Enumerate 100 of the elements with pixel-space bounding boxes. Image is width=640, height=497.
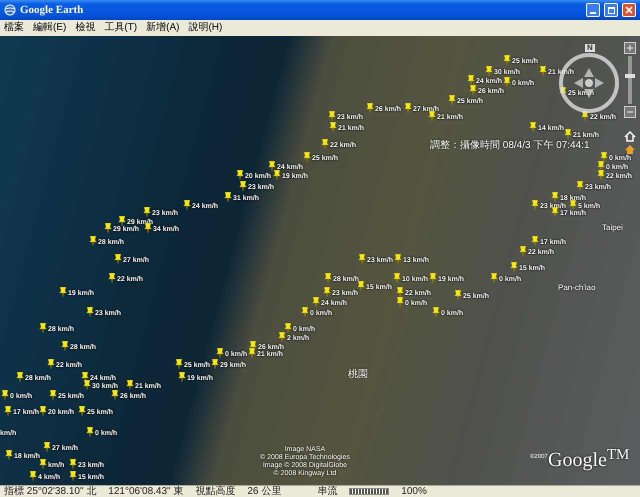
pushpin-icon[interactable] xyxy=(59,287,67,297)
pushpin-icon[interactable] xyxy=(576,181,584,191)
pushpin-icon[interactable] xyxy=(239,181,247,191)
pushpin-icon[interactable] xyxy=(236,170,244,180)
menu-item[interactable]: 編輯(E) xyxy=(33,23,66,33)
close-icon xyxy=(625,6,633,14)
pushpin-icon[interactable] xyxy=(39,406,47,416)
menu-item[interactable]: 工具(T) xyxy=(104,23,138,33)
pushpin-icon[interactable] xyxy=(539,66,547,76)
menu-item[interactable]: 檢視 xyxy=(75,23,96,33)
pushpin-icon[interactable] xyxy=(248,348,256,358)
pushpin-icon[interactable] xyxy=(224,192,232,202)
menu-item[interactable]: 新增(A) xyxy=(146,23,180,33)
pushpin-icon[interactable] xyxy=(303,152,311,162)
pushpin-icon[interactable] xyxy=(301,307,309,317)
pushpin-icon[interactable] xyxy=(1,390,9,400)
pushpin-icon[interactable] xyxy=(108,273,116,283)
pushpin-icon[interactable] xyxy=(284,323,292,333)
pushpin-icon[interactable] xyxy=(86,307,94,317)
pushpin-icon[interactable] xyxy=(39,459,47,469)
minimize-button[interactable] xyxy=(586,3,600,17)
pushpin-icon[interactable] xyxy=(49,390,57,400)
pushpin-icon[interactable] xyxy=(69,471,77,481)
pushpin-icon[interactable] xyxy=(104,223,112,233)
pushpin-icon[interactable] xyxy=(175,359,183,369)
pushpin-icon[interactable] xyxy=(551,192,559,202)
pushpin-icon[interactable] xyxy=(503,77,511,87)
pushpin-icon[interactable] xyxy=(43,442,51,452)
pushpin-icon[interactable] xyxy=(429,273,437,283)
pushpin-icon[interactable] xyxy=(47,359,55,369)
pushpin-icon[interactable] xyxy=(81,372,89,382)
pushpin-icon[interactable] xyxy=(5,450,13,460)
maximize-button[interactable] xyxy=(604,3,618,17)
pushpin-icon[interactable] xyxy=(144,223,152,233)
pushpin-icon[interactable] xyxy=(454,290,462,300)
pushpin-icon[interactable] xyxy=(396,297,404,307)
pushpin-icon[interactable] xyxy=(485,66,493,76)
pushpin-icon[interactable] xyxy=(519,246,527,256)
pushpin-icon[interactable] xyxy=(357,281,365,291)
pushpin-icon[interactable] xyxy=(428,111,436,121)
pushpin-icon[interactable] xyxy=(597,161,605,171)
close-button[interactable] xyxy=(622,3,636,17)
menu-item[interactable]: 檔案 xyxy=(4,23,24,33)
pushpin-icon[interactable] xyxy=(328,111,336,121)
pushpin-icon[interactable] xyxy=(393,273,401,283)
pushpin-icon[interactable] xyxy=(4,406,12,416)
pushpin-icon[interactable] xyxy=(29,471,37,481)
pushpin-icon[interactable] xyxy=(469,85,477,95)
pushpin-icon[interactable] xyxy=(329,122,337,132)
pushpin-icon[interactable] xyxy=(321,139,329,149)
pushpin-icon[interactable] xyxy=(581,111,589,121)
pushpin-icon[interactable] xyxy=(324,273,332,283)
pushpin-icon[interactable] xyxy=(551,207,559,217)
pushpin-icon[interactable] xyxy=(273,170,281,180)
pushpin-icon[interactable] xyxy=(503,55,511,65)
pushpin-icon[interactable] xyxy=(114,254,122,264)
pushpin-icon[interactable] xyxy=(358,254,366,264)
pushpin-icon[interactable] xyxy=(278,332,286,342)
pushpin-icon[interactable] xyxy=(396,287,404,297)
pushpin-icon[interactable] xyxy=(404,103,412,113)
pushpin-icon[interactable] xyxy=(39,323,47,333)
pushpin-icon[interactable] xyxy=(216,348,224,358)
pushpin-icon[interactable] xyxy=(126,380,134,390)
zoom-slider-thumb[interactable] xyxy=(625,74,635,78)
pushpin-icon[interactable] xyxy=(432,307,440,317)
zoom-in-button[interactable] xyxy=(624,42,636,54)
pushpin-icon[interactable] xyxy=(448,95,456,105)
zoom-out-button[interactable] xyxy=(624,106,636,118)
pushpin-icon[interactable] xyxy=(111,390,119,400)
pushpin-icon[interactable] xyxy=(118,216,126,226)
pushpin-icon[interactable] xyxy=(143,207,151,217)
menu-item[interactable]: 說明(H) xyxy=(188,23,222,33)
pushpin-icon[interactable] xyxy=(183,200,191,210)
pushpin-icon[interactable] xyxy=(78,406,86,416)
pushpin-icon[interactable] xyxy=(467,75,475,85)
pushpin-icon[interactable] xyxy=(211,359,219,369)
pushpin-icon[interactable] xyxy=(531,200,539,210)
pushpin-icon[interactable] xyxy=(394,254,402,264)
pushpin-icon[interactable] xyxy=(268,161,276,171)
pushpin-icon[interactable] xyxy=(366,103,374,113)
pushpin-icon[interactable] xyxy=(178,372,186,382)
pushpin-icon[interactable] xyxy=(61,341,69,351)
pushpin-icon[interactable] xyxy=(86,427,94,437)
zoom-slider-track[interactable] xyxy=(628,56,632,104)
altitude-value: 26 公里 xyxy=(247,486,282,496)
pushpin-icon[interactable] xyxy=(249,341,257,351)
pushpin-icon[interactable] xyxy=(564,129,572,139)
pushpin-icon[interactable] xyxy=(531,236,539,246)
pushpin-icon[interactable] xyxy=(510,262,518,272)
pushpin-icon[interactable] xyxy=(323,287,331,297)
pushpin-icon[interactable] xyxy=(490,273,498,283)
pushpin-icon[interactable] xyxy=(312,297,320,307)
pushpin-icon[interactable] xyxy=(69,459,77,469)
pushpin-icon[interactable] xyxy=(569,200,577,210)
pushpin-icon[interactable] xyxy=(83,380,91,390)
pushpin-icon[interactable] xyxy=(529,122,537,132)
pushpin-icon[interactable] xyxy=(600,152,608,162)
pushpin-icon[interactable] xyxy=(89,236,97,246)
pushpin-icon[interactable] xyxy=(597,170,605,180)
pushpin-icon[interactable] xyxy=(16,372,24,382)
